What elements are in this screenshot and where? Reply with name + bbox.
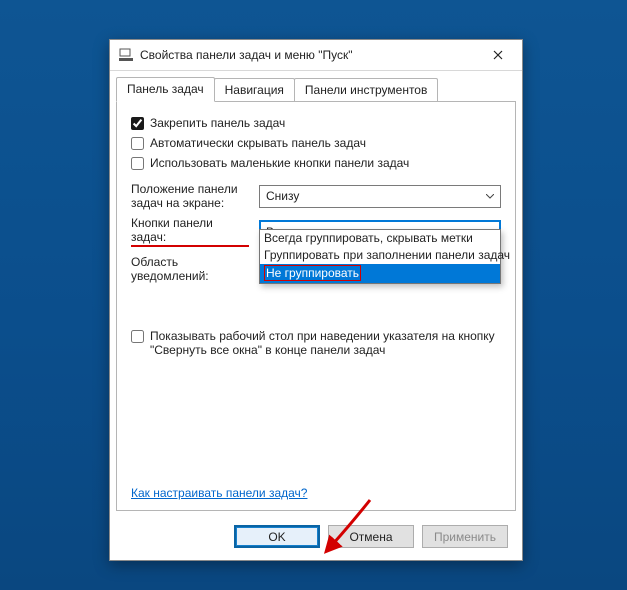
checkbox-input[interactable] [131, 157, 144, 170]
tab-label: Панели инструментов [305, 83, 427, 97]
checkbox-label: Показывать рабочий стол при наведении ук… [150, 329, 501, 357]
help-link[interactable]: Как настраивать панели задач? [131, 486, 501, 500]
combo-value: Снизу [266, 189, 481, 203]
dropdown-option-selected[interactable]: Не группировать [260, 264, 500, 283]
checkbox-small-buttons[interactable]: Использовать маленькие кнопки панели зад… [131, 156, 501, 170]
checkbox-input[interactable] [131, 137, 144, 150]
close-icon [493, 48, 503, 63]
tab-label: Навигация [225, 83, 284, 97]
tab-strip: Панель задач Навигация Панели инструмент… [110, 71, 522, 102]
tab-label: Панель задач [127, 82, 204, 96]
option-label: Не группировать [266, 266, 359, 280]
checkbox-peek-desktop[interactable]: Показывать рабочий стол при наведении ук… [131, 329, 501, 357]
checkbox-lock-taskbar[interactable]: Закрепить панель задач [131, 116, 501, 130]
dropdown-option[interactable]: Группировать при заполнении панели задач [260, 247, 500, 264]
label-notification-area: Область уведомлений: [131, 255, 249, 283]
dialog-button-bar: OK Отмена Применить [110, 517, 522, 560]
apply-button[interactable]: Применить [422, 525, 508, 548]
checkbox-autohide[interactable]: Автоматически скрывать панель задач [131, 136, 501, 150]
desktop: Свойства панели задач и меню "Пуск" Пане… [0, 0, 627, 590]
option-label: Группировать при заполнении панели задач [264, 248, 510, 262]
option-label: Всегда группировать, скрывать метки [264, 231, 473, 245]
row-position: Положение панели задач на экране: Снизу [131, 182, 501, 210]
checkbox-label: Закрепить панель задач [150, 116, 285, 130]
dropdown-taskbar-buttons: Всегда группировать, скрывать метки Груп… [259, 229, 501, 284]
window-title: Свойства панели задач и меню "Пуск" [140, 48, 478, 62]
dropdown-option[interactable]: Всегда группировать, скрывать метки [260, 230, 500, 247]
titlebar[interactable]: Свойства панели задач и меню "Пуск" [110, 40, 522, 71]
tab-body: Закрепить панель задач Автоматически скр… [116, 102, 516, 511]
chevron-down-icon [481, 188, 498, 205]
window-icon [118, 47, 134, 63]
label-taskbar-buttons: Кнопки панели задач: [131, 216, 249, 247]
label-position: Положение панели задач на экране: [131, 182, 249, 210]
tab-toolbars[interactable]: Панели инструментов [294, 78, 438, 102]
label-text: Кнопки панели задач: [131, 216, 249, 247]
ok-button[interactable]: OK [234, 525, 320, 548]
combo-position[interactable]: Снизу [259, 185, 501, 208]
taskbar-properties-window: Свойства панели задач и меню "Пуск" Пане… [109, 39, 523, 561]
tab-navigation[interactable]: Навигация [214, 78, 295, 102]
checkbox-input[interactable] [131, 117, 144, 130]
cancel-button[interactable]: Отмена [328, 525, 414, 548]
tab-taskbar[interactable]: Панель задач [116, 77, 215, 102]
checkbox-label: Автоматически скрывать панель задач [150, 136, 366, 150]
close-button[interactable] [478, 41, 518, 69]
checkbox-label: Использовать маленькие кнопки панели зад… [150, 156, 409, 170]
checkbox-input[interactable] [131, 330, 144, 343]
